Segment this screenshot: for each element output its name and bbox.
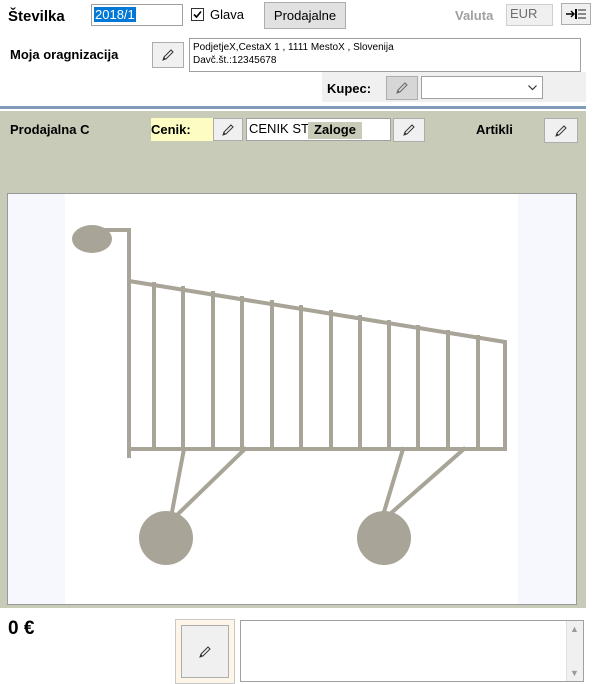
pencil-icon <box>162 49 174 61</box>
valuta-select-button[interactable] <box>561 3 591 25</box>
artikli-edit-button[interactable] <box>544 118 578 143</box>
shopping-cart-icon <box>72 225 507 565</box>
kupec-select[interactable] <box>421 76 543 99</box>
pencil-icon <box>555 124 567 137</box>
cenik-label: Cenik: <box>151 122 191 137</box>
glava-label: Glava <box>210 7 244 22</box>
pencil-icon <box>222 123 234 136</box>
artikli-label: Artikli <box>476 122 513 137</box>
note-textarea[interactable]: ▲ ▼ <box>240 620 584 682</box>
pencil-icon <box>396 82 408 94</box>
organization-label: Moja oragnizacija <box>10 47 119 62</box>
note-edit-button[interactable] <box>181 625 229 678</box>
chevron-down-icon <box>528 85 537 91</box>
note-scrollbar[interactable]: ▲ ▼ <box>566 621 583 681</box>
total-amount: 0 € <box>8 618 35 639</box>
prodajalne-button[interactable]: Prodajalne <box>264 2 346 29</box>
stevilka-input[interactable]: 2018/1 <box>91 4 183 26</box>
pencil-icon <box>199 645 211 658</box>
kupec-label: Kupec: <box>327 81 372 96</box>
kupec-edit-button[interactable] <box>386 76 418 100</box>
zaloge-edit-button[interactable] <box>393 118 425 142</box>
valuta-input[interactable]: EUR <box>506 4 553 26</box>
stevilka-label: Številka <box>8 8 65 25</box>
zaloge-label: Zaloge <box>308 122 362 139</box>
section-divider <box>0 106 586 109</box>
valuta-label: Valuta <box>455 8 494 23</box>
stevilka-value: 2018/1 <box>94 7 136 22</box>
prodajalna-label: Prodajalna C <box>10 122 90 137</box>
check-icon <box>193 10 202 19</box>
cenik-value: CENIK ST <box>249 121 309 136</box>
pencil-icon <box>403 124 415 136</box>
arrow-into-list-icon <box>566 9 586 19</box>
organization-line2: Davč.št.:12345678 <box>193 55 277 66</box>
organization-edit-button[interactable] <box>152 42 184 68</box>
cenik-edit-button[interactable] <box>213 118 243 141</box>
glava-checkbox[interactable] <box>191 8 204 21</box>
cart-image-frame[interactable] <box>7 193 577 605</box>
organization-line1: PodjetjeX,CestaX 1 , 1111 MestoX , Slove… <box>193 42 394 53</box>
scroll-up-icon[interactable]: ▲ <box>570 624 579 634</box>
organization-address-box[interactable]: PodjetjeX,CestaX 1 , 1111 MestoX , Slove… <box>189 38 581 72</box>
scroll-down-icon[interactable]: ▼ <box>570 668 579 678</box>
